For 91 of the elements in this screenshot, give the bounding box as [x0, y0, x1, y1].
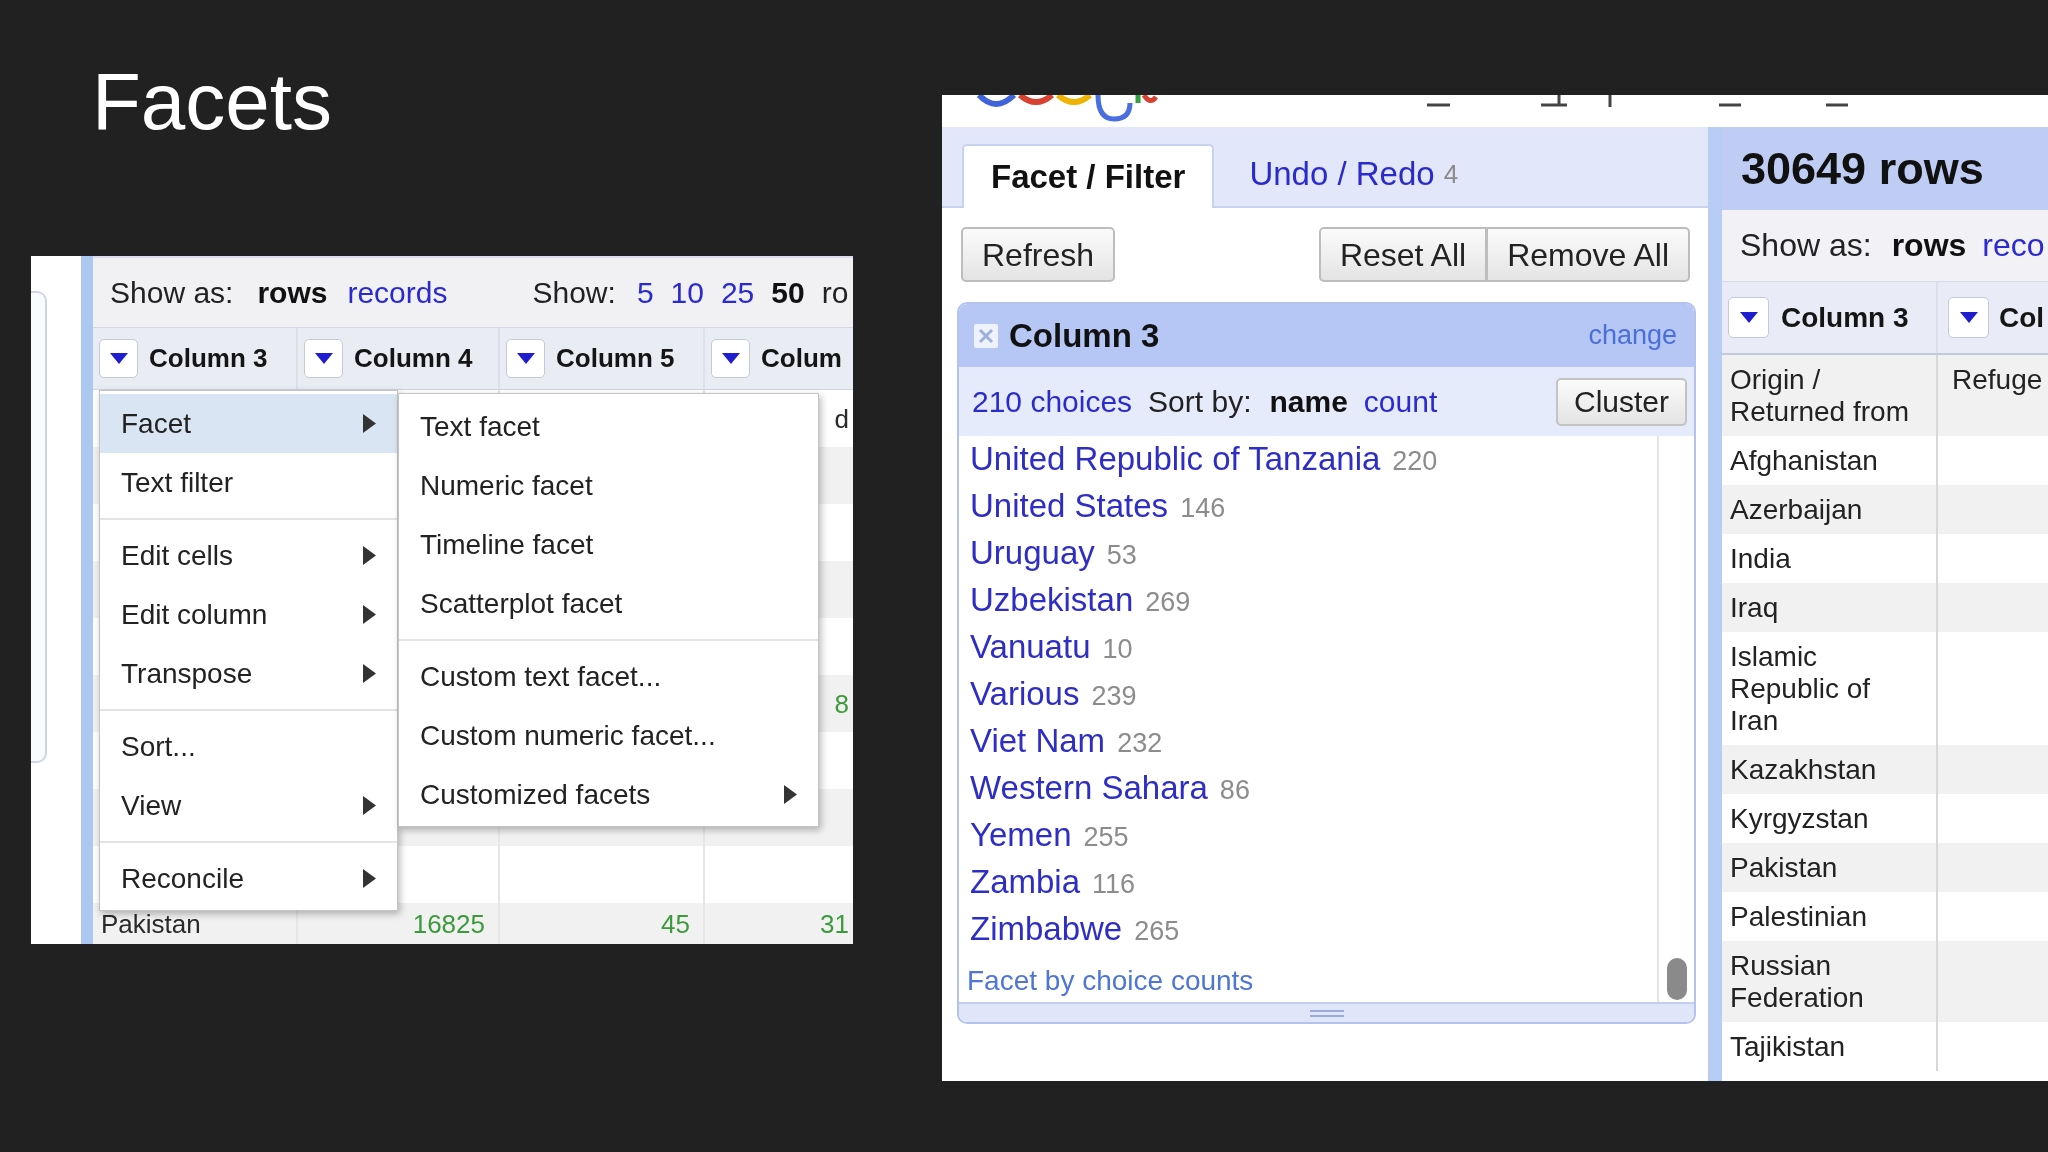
view-mode-option[interactable]: records [347, 275, 448, 310]
menu-item[interactable]: Transpose [100, 644, 397, 703]
table-cell: Tajikistan [1722, 1022, 1938, 1071]
menu-item[interactable]: Custom numeric facet... [399, 706, 818, 765]
column-menu-button[interactable] [711, 339, 750, 378]
choice-count: 10 [1102, 634, 1133, 666]
column-menu-button[interactable] [304, 339, 343, 378]
scrollbar-thumb[interactable] [1666, 958, 1687, 1000]
choice-count: 255 [1083, 822, 1129, 854]
choice-count: 265 [1134, 916, 1180, 948]
caret-icon [109, 353, 128, 364]
choice-count: 232 [1117, 728, 1163, 760]
facet-choice-link[interactable]: Zimbabwe [970, 910, 1123, 948]
table-cell: 31 [820, 908, 849, 939]
menu-item[interactable]: Numeric facet [399, 456, 818, 515]
view-mode-option[interactable]: rows [257, 275, 328, 310]
facet-choice-link[interactable]: Yemen [970, 816, 1072, 854]
facet-choice-link[interactable]: Vanuatu [970, 628, 1091, 666]
table-cell: Pakistan [101, 908, 201, 939]
page-size-option[interactable]: 50 [771, 275, 805, 310]
facet-title: Column 3 [1009, 316, 1160, 355]
show-count-label: Show: [532, 275, 616, 310]
facet-choice-link[interactable]: Various [970, 675, 1080, 713]
facet-choice-link[interactable]: Western Sahara [970, 769, 1208, 807]
resize-handle-icon[interactable] [1309, 1009, 1344, 1017]
facet-choice-link[interactable]: Viet Nam [970, 722, 1106, 760]
refresh-button[interactable]: Refresh [961, 227, 1116, 282]
choice-count: 146 [1180, 493, 1226, 525]
column-menu-button[interactable] [506, 339, 545, 378]
column-header: Column 4 [354, 343, 473, 374]
menu-item[interactable]: Edit cells [100, 526, 397, 585]
menu-item[interactable]: Facet [100, 394, 397, 453]
menu-item[interactable]: View [100, 776, 397, 835]
choice-count: 53 [1106, 540, 1137, 572]
caret-icon [516, 353, 535, 364]
table-cell: 16825 [412, 908, 485, 939]
table-cell-text: Refuge [1951, 363, 2044, 397]
caret-icon [314, 353, 333, 364]
choice-count: 116 [1092, 869, 1136, 901]
show-as-label: Show as: [110, 275, 234, 310]
menu-item[interactable]: Sort... [100, 717, 397, 776]
caret-icon [1959, 312, 1978, 323]
page-size-option[interactable]: 5 [636, 275, 654, 310]
column-header: Column 3 [149, 343, 268, 374]
column-header: Colum [761, 343, 842, 374]
menu-item[interactable]: Timeline facet [399, 515, 818, 574]
column-header: Column 3 [1781, 301, 1909, 334]
menu-item[interactable]: Custom text facet... [399, 647, 818, 706]
menu-item[interactable]: Text filter [100, 453, 397, 512]
choice-count: 220 [1392, 446, 1438, 478]
tab[interactable]: Undo / Redo 4 [1249, 154, 1459, 194]
page-size-option[interactable]: 10 [670, 275, 704, 310]
menu-item[interactable]: Customized facets [399, 765, 818, 824]
facet-choice-link[interactable]: Uzbekistan [970, 581, 1134, 619]
sort-option[interactable]: count [1363, 384, 1438, 419]
cut-off-label: ro [821, 275, 849, 310]
view-mode-option[interactable]: rows [1891, 227, 1967, 264]
slide-title: Facets [92, 62, 333, 142]
remove-all-button[interactable]: Remove All [1487, 227, 1690, 282]
choice-count: 239 [1091, 681, 1137, 713]
facet-choice-link[interactable]: Zambia [970, 863, 1081, 901]
row-count: 30649 rows [1741, 142, 1984, 195]
choice-count: 86 [1219, 775, 1250, 807]
table-cell: d [834, 403, 849, 434]
menu-item[interactable]: Text facet [399, 397, 818, 456]
tab[interactable]: Facet / Filter [962, 144, 1215, 208]
menu-item[interactable]: Reconcile [100, 849, 397, 908]
column-header: Column 5 [556, 343, 675, 374]
facet-choice-link[interactable]: Uruguay [970, 534, 1095, 572]
sort-label: Sort by: [1148, 384, 1252, 419]
menu-item[interactable]: Scatterplot facet [399, 574, 818, 633]
column-menu-button[interactable] [99, 339, 138, 378]
caret-icon [1739, 312, 1758, 323]
page-size-option[interactable]: 25 [720, 275, 755, 310]
column-menu-button[interactable] [1728, 297, 1769, 338]
column-menu-button[interactable] [1948, 297, 1989, 338]
table-cell: 8 [834, 688, 849, 719]
reset-all-button[interactable]: Reset All [1318, 227, 1488, 282]
facet-choice-link[interactable]: United States [970, 487, 1169, 525]
show-as-label: Show as: [1740, 227, 1872, 264]
table-cell: 45 [661, 908, 690, 939]
choice-count-link[interactable]: 210 choices [972, 384, 1133, 419]
facet-by-counts-link[interactable]: Facet by choice counts [967, 965, 1254, 998]
cluster-button[interactable]: Cluster [1556, 377, 1687, 426]
caret-icon [721, 353, 740, 364]
sort-option[interactable]: name [1269, 384, 1348, 419]
choice-count: 269 [1145, 587, 1191, 619]
column-header: Col [1999, 301, 2045, 334]
facet-choice-link[interactable]: United Republic of Tanzania [970, 440, 1381, 478]
menu-item[interactable]: Edit column [100, 585, 397, 644]
view-mode-option[interactable]: reco [1982, 227, 2045, 264]
